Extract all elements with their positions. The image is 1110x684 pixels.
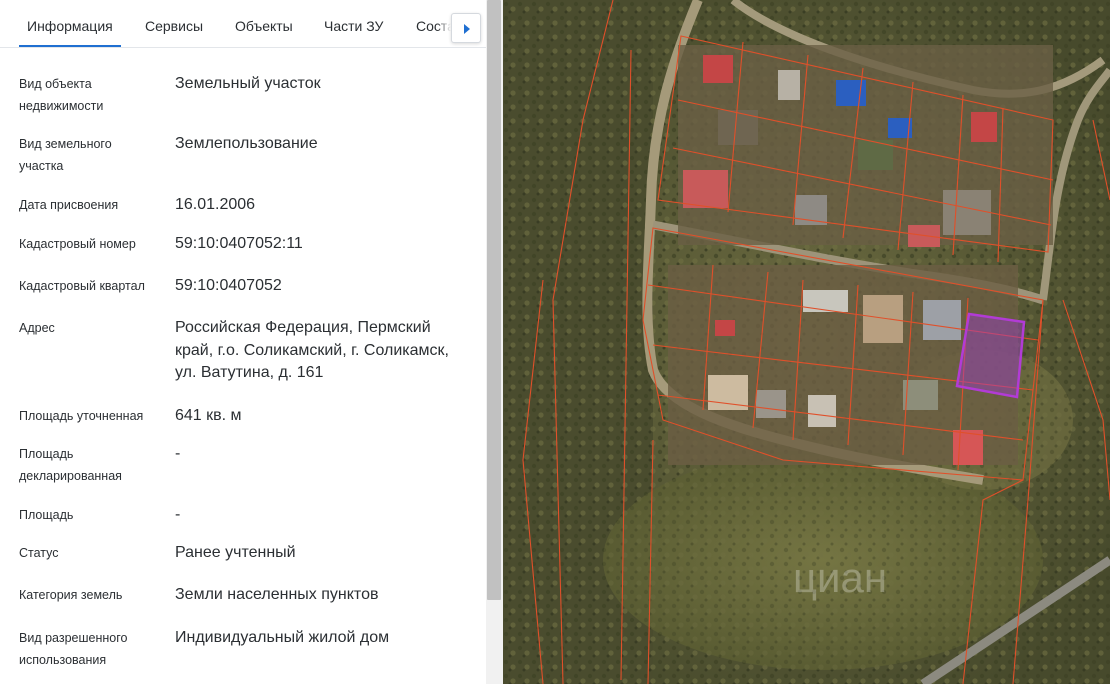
- field-value: Российская Федерация, Пермский край, г.о…: [175, 319, 449, 381]
- field-label: Адрес: [19, 321, 55, 335]
- field-label: Вид разрешенного использования: [19, 631, 128, 667]
- field-label: Площадь декларированная: [19, 447, 122, 483]
- chevron-right-icon: [464, 24, 470, 34]
- field-value: Индивидуальный жилой дом: [175, 629, 390, 646]
- scrollbar-thumb[interactable]: [487, 0, 501, 600]
- selected-parcel[interactable]: [955, 312, 1026, 399]
- field-label: Статус: [19, 546, 59, 560]
- field-label: Вид земельного участка: [19, 137, 112, 173]
- tab-fade: [437, 0, 451, 46]
- field-label: Кадастровый номер: [19, 237, 136, 251]
- tab-land-parts[interactable]: Части ЗУ: [324, 0, 383, 48]
- field-label: Категория земель: [19, 588, 123, 602]
- tab-services[interactable]: Сервисы: [145, 0, 203, 48]
- watermark: циан: [793, 554, 887, 601]
- field-label: Площадь: [19, 508, 74, 522]
- tab-bar: Информация Сервисы Объекты Части ЗУ Сост…: [0, 0, 486, 48]
- tab-information[interactable]: Информация: [19, 0, 121, 48]
- map-view[interactable]: циан: [503, 0, 1110, 684]
- satellite-map[interactable]: циан: [503, 0, 1110, 684]
- field-value: Ранее учтенный: [175, 544, 296, 561]
- field-label: Вид объекта недвижимости: [19, 77, 104, 113]
- field-label: Кадастровый квартал: [19, 279, 145, 293]
- field-value: Земельный участок: [175, 75, 321, 92]
- field-label: Площадь уточненная: [19, 409, 144, 423]
- field-value[interactable]: 59:10:0407052:11: [175, 233, 475, 256]
- field-value: Землепользование: [175, 135, 318, 152]
- field-value[interactable]: 59:10:0407052: [175, 275, 475, 298]
- info-panel: Информация Сервисы Объекты Части ЗУ Сост…: [0, 0, 503, 684]
- field-value: -: [175, 445, 181, 462]
- field-value: 16.01.2006: [175, 196, 256, 213]
- field-value: 641 кв. м: [175, 407, 242, 424]
- field-value: Земли населенных пунктов: [175, 586, 379, 603]
- panel-scrollbar[interactable]: [486, 0, 503, 684]
- tab-scroll-button[interactable]: [451, 13, 481, 43]
- field-value: -: [175, 506, 181, 523]
- field-label: Дата присвоения: [19, 198, 119, 212]
- tab-objects[interactable]: Объекты: [235, 0, 293, 48]
